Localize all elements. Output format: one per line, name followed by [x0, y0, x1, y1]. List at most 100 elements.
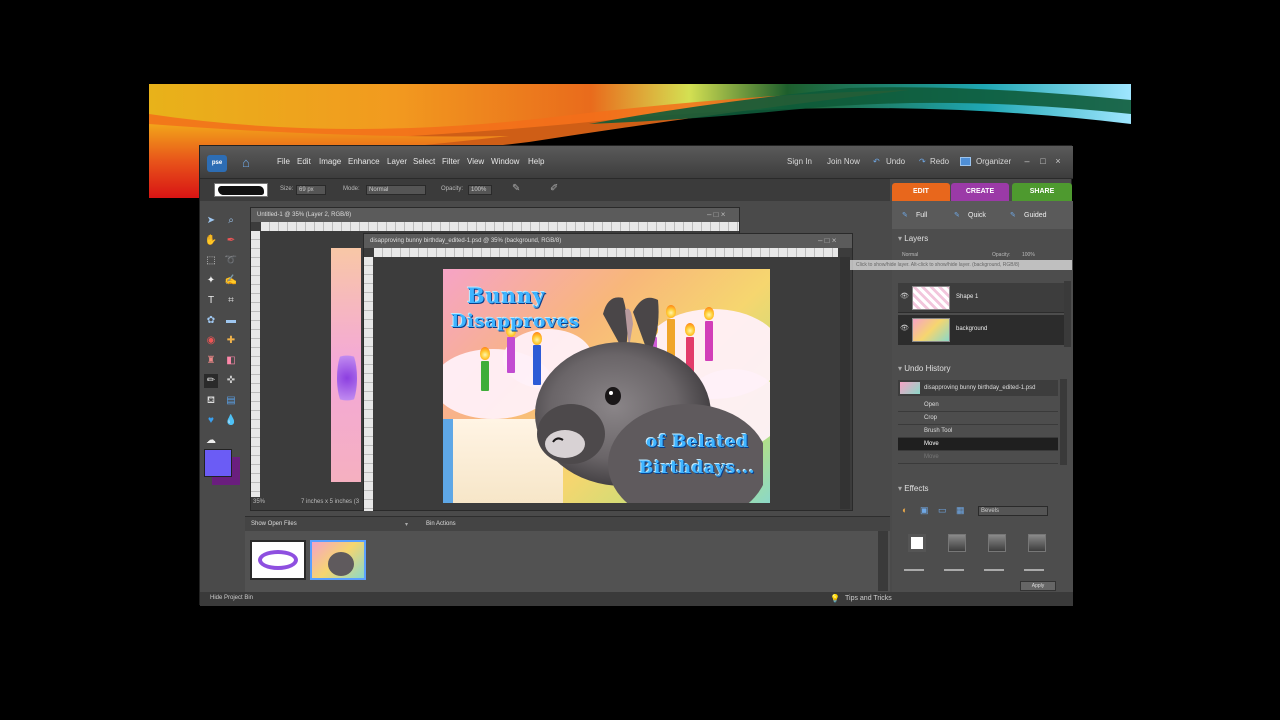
menu-window[interactable]: Window — [491, 157, 519, 166]
smart-brush-tool-icon[interactable]: ✜ — [224, 374, 238, 388]
red-eye-tool-icon[interactable]: ◉ — [204, 334, 218, 348]
tab-edit[interactable]: EDIT — [892, 183, 950, 201]
hand-tool-icon[interactable]: ✋ — [204, 234, 218, 248]
layer-row[interactable]: 👁 Shape 1 — [898, 283, 1064, 313]
menu-file[interactable]: File — [277, 157, 290, 166]
hide-project-bin-toggle[interactable]: Hide Project Bin — [210, 595, 253, 601]
layer-opacity-value[interactable]: 100% — [1022, 252, 1035, 258]
join-now-link[interactable]: Join Now — [827, 157, 860, 166]
tips-and-tricks-link[interactable]: Tips and Tricks — [845, 595, 892, 602]
tablet-options-icon[interactable]: ✐ — [550, 183, 558, 194]
foreground-color-swatch[interactable] — [204, 449, 232, 477]
history-step-active[interactable]: Move — [898, 438, 1058, 451]
open-file-thumbnail-2[interactable] — [310, 540, 366, 580]
straighten-tool-icon[interactable]: ▬ — [224, 314, 238, 328]
tab-full[interactable]: Full — [916, 209, 927, 223]
airbrush-icon[interactable]: ✎ — [512, 183, 520, 194]
menu-layer[interactable]: Layer — [387, 157, 407, 166]
dropdown-arrow-icon[interactable]: ▾ — [405, 521, 408, 528]
lasso-tool-icon[interactable]: ➰ — [224, 254, 238, 268]
menu-select[interactable]: Select — [413, 157, 435, 166]
effects-filters-icon[interactable]: ◐ — [902, 505, 907, 515]
zoom-tool-icon[interactable]: ⌕ — [224, 214, 238, 228]
magic-wand-tool-icon[interactable]: ✦ — [204, 274, 218, 288]
clone-stamp-tool-icon[interactable]: ♜ — [204, 354, 218, 368]
undo-history-heading[interactable]: Undo History — [898, 364, 950, 373]
menu-help[interactable]: Help — [528, 157, 544, 166]
effects-photo-icon[interactable]: ▭ — [938, 505, 947, 516]
menu-image[interactable]: Image — [319, 157, 341, 166]
history-snapshot-row[interactable]: disapproving bunny birthday_edited-1.psd — [898, 380, 1058, 396]
menu-enhance[interactable]: Enhance — [348, 157, 380, 166]
bevel-swatch[interactable] — [908, 534, 926, 552]
eyedropper-tool-icon[interactable]: ✒ — [224, 234, 238, 248]
effects-styles-icon[interactable]: ▣ — [920, 505, 929, 516]
tab-guided[interactable]: Guided — [1024, 209, 1047, 223]
history-scrollbar[interactable] — [1060, 379, 1067, 465]
organizer-icon[interactable] — [960, 157, 971, 166]
quick-edit-icon[interactable]: ✎ — [954, 209, 960, 223]
move-tool-icon[interactable]: ➤ — [204, 214, 218, 228]
layers-panel-heading[interactable]: Layers — [898, 234, 928, 243]
healing-brush-tool-icon[interactable]: ✚ — [224, 334, 238, 348]
blur-tool-icon[interactable]: 💧 — [224, 414, 238, 428]
bevel-swatch[interactable] — [1028, 534, 1046, 552]
marquee-tool-icon[interactable]: ⬚ — [204, 254, 218, 268]
open-file-thumbnail-1[interactable] — [250, 540, 306, 580]
type-tool-icon[interactable]: T — [204, 294, 218, 308]
bunny-window-controls-icon[interactable]: – □ × — [818, 236, 836, 245]
brush-tool-icon[interactable]: ✏ — [204, 374, 218, 388]
bevel-swatch[interactable] — [988, 534, 1006, 552]
menu-filter[interactable]: Filter — [442, 157, 460, 166]
crop-tool-icon[interactable]: ⌗ — [224, 294, 238, 308]
eye-icon[interactable]: 👁 — [900, 292, 909, 300]
history-step[interactable]: Move — [898, 451, 1058, 464]
cookie-cutter-tool-icon[interactable]: ✿ — [204, 314, 218, 328]
size-field[interactable]: 69 px — [296, 185, 326, 195]
eraser-tool-icon[interactable]: ◧ — [224, 354, 238, 368]
organizer-button[interactable]: Organizer — [976, 157, 1011, 166]
undo-button[interactable]: Undo — [886, 157, 905, 166]
shape-tool-icon[interactable]: ♥ — [204, 414, 218, 428]
history-step[interactable]: Open — [898, 399, 1058, 412]
bin-actions-menu[interactable]: Bin Actions — [426, 521, 456, 527]
sign-in-link[interactable]: Sign In — [787, 157, 812, 166]
layers-scrollbar[interactable] — [1064, 281, 1071, 347]
history-step[interactable]: Crop — [898, 412, 1058, 425]
effects-panel-heading[interactable]: Effects — [898, 484, 928, 493]
paint-bucket-tool-icon[interactable]: ⛾ — [204, 394, 218, 408]
effects-all-icon[interactable]: ▦ — [956, 505, 965, 516]
eye-icon[interactable]: 👁 — [900, 324, 909, 332]
mode-dropdown[interactable]: Normal — [366, 185, 426, 195]
untitled-minimize-icon[interactable]: – □ × — [707, 210, 725, 219]
apply-button[interactable]: Apply — [1020, 581, 1056, 591]
history-step[interactable]: Brush Tool — [898, 425, 1058, 438]
home-icon[interactable]: ⌂ — [242, 156, 256, 170]
redo-button[interactable]: Redo — [930, 157, 949, 166]
sponge-tool-icon[interactable]: ☁ — [204, 434, 218, 448]
maximize-icon[interactable]: □ — [1038, 156, 1048, 166]
minimize-icon[interactable]: – — [1022, 156, 1032, 166]
guided-edit-icon[interactable]: ✎ — [1010, 209, 1016, 223]
menu-edit[interactable]: Edit — [297, 157, 311, 166]
layer-row[interactable]: 👁 background — [898, 315, 1064, 345]
tab-quick[interactable]: Quick — [968, 209, 986, 223]
menu-view[interactable]: View — [467, 157, 484, 166]
close-icon[interactable]: × — [1053, 156, 1063, 166]
tab-share[interactable]: SHARE — [1012, 183, 1072, 201]
vertical-scrollbar[interactable] — [840, 257, 850, 509]
bin-scrollbar[interactable] — [878, 531, 888, 591]
undo-icon[interactable]: ↶ — [873, 157, 880, 166]
effects-category-dropdown[interactable]: Bevels — [978, 506, 1048, 516]
show-open-files-dropdown[interactable]: Show Open Files — [251, 521, 297, 527]
blend-mode-dropdown[interactable]: Normal — [902, 252, 918, 258]
brush-preset-picker[interactable] — [214, 183, 268, 197]
tab-create[interactable]: CREATE — [951, 183, 1009, 201]
gradient-tool-icon[interactable]: ▤ — [224, 394, 238, 408]
quick-selection-tool-icon[interactable]: ✍ — [224, 274, 238, 288]
redo-icon[interactable]: ↷ — [919, 157, 926, 166]
full-edit-icon[interactable]: ✎ — [902, 209, 908, 223]
opacity-field[interactable]: 100% — [468, 185, 492, 195]
bevel-swatch[interactable] — [948, 534, 966, 552]
bunny-image-canvas[interactable]: Bunny Disapproves of Belated Birthdays..… — [443, 269, 770, 503]
